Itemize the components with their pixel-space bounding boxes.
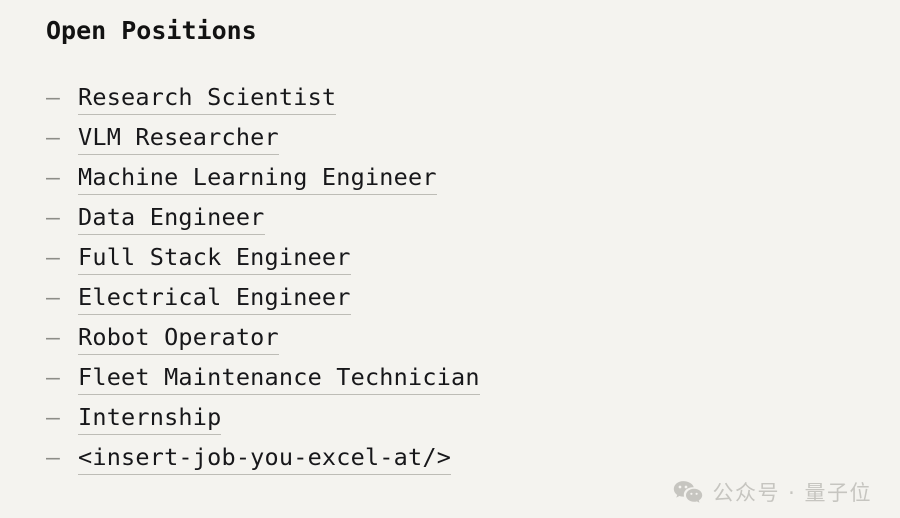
open-positions-page: Open Positions – Research Scientist – VL…: [0, 0, 900, 518]
list-item: – VLM Researcher: [46, 118, 900, 158]
position-link-fleet-maintenance-technician[interactable]: Fleet Maintenance Technician: [78, 362, 480, 395]
dash-bullet-icon: –: [46, 285, 60, 311]
dash-bullet-icon: –: [46, 405, 60, 431]
dash-bullet-icon: –: [46, 165, 60, 191]
dash-bullet-icon: –: [46, 365, 60, 391]
dash-bullet-icon: –: [46, 205, 60, 231]
list-item: – Fleet Maintenance Technician: [46, 358, 900, 398]
open-positions-list: – Research Scientist – VLM Researcher – …: [46, 78, 900, 478]
list-item: – Robot Operator: [46, 318, 900, 358]
position-link-insert-job-you-excel-at[interactable]: <insert-job-you-excel-at/>: [78, 442, 452, 475]
dash-bullet-icon: –: [46, 125, 60, 151]
position-link-research-scientist[interactable]: Research Scientist: [78, 82, 337, 115]
watermark-text: 公众号 · 量子位: [712, 481, 872, 505]
position-link-machine-learning-engineer[interactable]: Machine Learning Engineer: [78, 162, 437, 195]
dash-bullet-icon: –: [46, 325, 60, 351]
position-link-full-stack-engineer[interactable]: Full Stack Engineer: [78, 242, 351, 275]
position-link-electrical-engineer[interactable]: Electrical Engineer: [78, 282, 351, 315]
dash-bullet-icon: –: [46, 85, 60, 111]
list-item: – Full Stack Engineer: [46, 238, 900, 278]
position-link-robot-operator[interactable]: Robot Operator: [78, 322, 279, 355]
list-item: – Electrical Engineer: [46, 278, 900, 318]
list-item: – <insert-job-you-excel-at/>: [46, 438, 900, 478]
page-title: Open Positions: [46, 16, 257, 45]
list-item: – Data Engineer: [46, 198, 900, 238]
list-item: – Machine Learning Engineer: [46, 158, 900, 198]
position-link-data-engineer[interactable]: Data Engineer: [78, 202, 265, 235]
dash-bullet-icon: –: [46, 245, 60, 271]
position-link-internship[interactable]: Internship: [78, 402, 222, 435]
list-item: – Internship: [46, 398, 900, 438]
dash-bullet-icon: –: [46, 445, 60, 471]
wechat-icon: [673, 480, 703, 506]
list-item: – Research Scientist: [46, 78, 900, 118]
watermark: 公众号 · 量子位: [673, 480, 872, 506]
position-link-vlm-researcher[interactable]: VLM Researcher: [78, 122, 279, 155]
